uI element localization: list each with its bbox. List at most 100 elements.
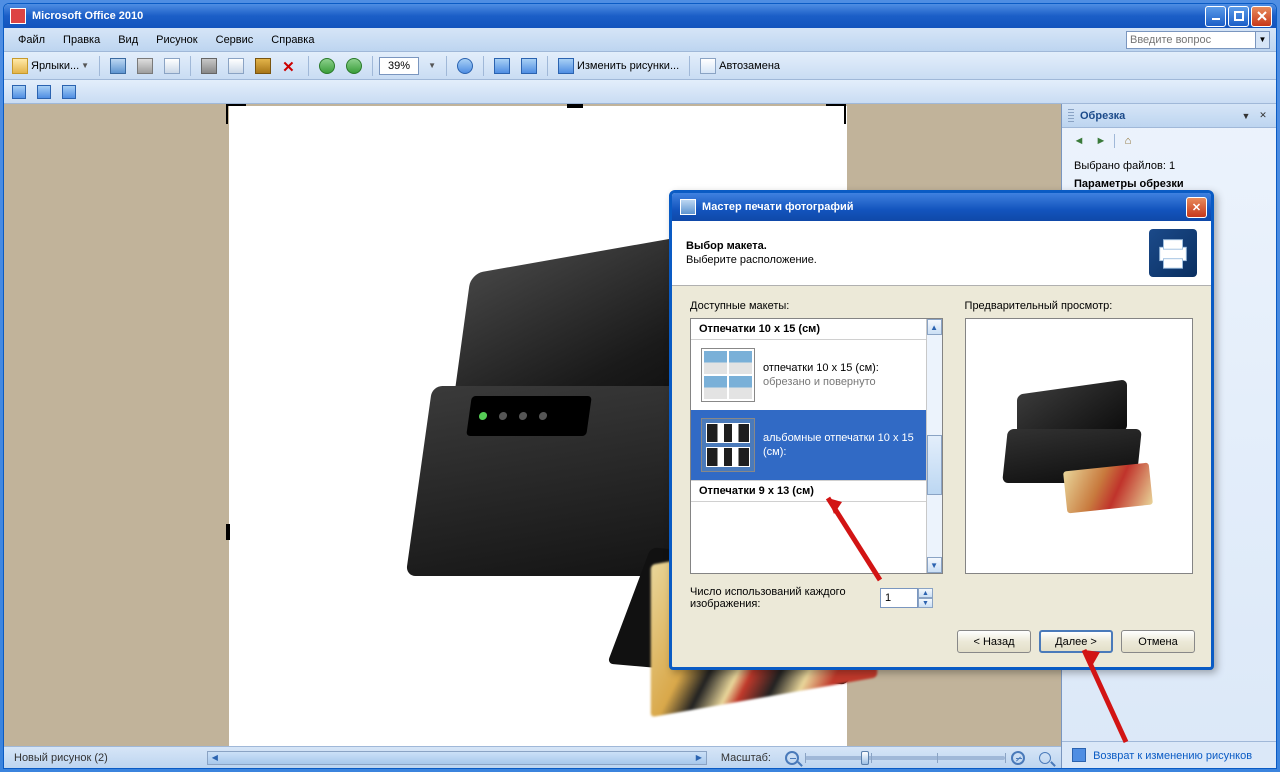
copy-button[interactable] [224,55,248,77]
taskpane-close-button[interactable]: ✕ [1256,109,1270,123]
crop-params-heading: Параметры обрезки [1074,178,1264,190]
rotate-right-icon [521,58,537,74]
copy-icon [228,58,244,74]
window-title: Microsoft Office 2010 [32,10,1205,22]
layouts-scrollbar[interactable]: ▲ ▼ [926,319,942,573]
folder-icon [12,58,28,74]
scroll-down-button[interactable]: ▼ [927,557,942,573]
layout-thumb-landscape-icon [701,418,755,472]
zoom-slider-group [785,751,1025,765]
help-button[interactable] [453,55,477,77]
titlebar: Microsoft Office 2010 [4,4,1276,28]
back-button[interactable]: < Назад [957,630,1031,653]
help-search-input[interactable] [1126,31,1256,49]
shortcuts-button[interactable]: Ярлыки...▼ [8,55,93,77]
save-button[interactable] [106,55,130,77]
dialog-title: Мастер печати фотографий [702,201,1186,213]
single-view-button[interactable] [58,82,80,102]
dialog-footer: < Назад Далее > Отмена [672,620,1211,667]
zoom-input[interactable] [379,57,419,75]
taskpane-menu-button[interactable]: ▼ [1239,109,1253,123]
layouts-listbox: Отпечатки 10 x 15 (см) отпечатки 10 x 15… [690,318,943,574]
taskpane-home-button[interactable]: ⌂ [1119,132,1137,150]
zoom-fit-icon[interactable] [1039,752,1051,764]
filmstrip-view-button[interactable] [33,82,55,102]
usage-input[interactable] [880,588,918,608]
taskpane-back-button[interactable]: ◄ [1070,132,1088,150]
scroll-right-button[interactable]: ▶ [692,752,706,764]
help-search-dropdown[interactable]: ▼ [1256,31,1270,49]
filmstrip-view-icon [37,85,51,99]
help-icon [457,58,473,74]
layout-item-landscape[interactable]: альбомные отпечатки 10 x 15 (см): [691,410,926,480]
scroll-up-button[interactable]: ▲ [927,319,942,335]
files-selected-label: Выбрано файлов: 1 [1074,160,1264,172]
crop-handle-tl[interactable] [226,104,246,124]
taskpane-forward-button[interactable]: ► [1092,132,1110,150]
rotate-left-icon [494,58,510,74]
autocorrect-button[interactable]: Автозамена [696,55,784,77]
return-icon [1072,748,1086,762]
crop-handle-lm[interactable] [226,524,230,540]
print-wizard-dialog: Мастер печати фотографий ✕ Выбор макета.… [669,190,1214,670]
redo-button[interactable] [342,55,366,77]
taskpane-grip-icon[interactable] [1068,109,1074,123]
usage-down-button[interactable]: ▼ [918,598,933,608]
autocorrect-icon [700,58,716,74]
zoom-dropdown[interactable]: ▼ [422,55,440,77]
menubar: Файл Правка Вид Рисунок Сервис Справка ▼ [4,28,1276,52]
dialog-titlebar[interactable]: Мастер печати фотографий ✕ [672,193,1211,221]
maximize-button[interactable] [1228,6,1249,27]
edit-pictures-button[interactable]: Изменить рисунки... [554,55,683,77]
dialog-close-button[interactable]: ✕ [1186,197,1207,218]
taskpane-nav: ◄ ► ⌂ [1062,128,1276,154]
delete-button[interactable]: ✕ [278,55,302,77]
preview-image [999,381,1159,511]
layout-group-1: Отпечатки 10 x 15 (см) [691,319,926,340]
cut-icon [201,58,217,74]
usage-spinner: ▲ ▼ [880,588,933,608]
menu-file[interactable]: Файл [10,32,53,48]
thumbnail-view-button[interactable] [8,82,30,102]
statusbar: Новый рисунок (2) ◀ ▶ Масштаб: [4,746,1061,768]
crop-handle-tr[interactable] [826,104,846,124]
view-toolbar [4,80,1276,104]
print-icon [137,58,153,74]
redo-icon [346,58,362,74]
layout-thumb-portrait-icon [701,348,755,402]
minimize-button[interactable] [1205,6,1226,27]
zoom-slider-thumb[interactable] [861,751,869,765]
mail-icon [164,58,180,74]
zoom-out-icon[interactable] [785,751,799,765]
cut-button[interactable] [197,55,221,77]
scrollbar-thumb[interactable] [927,435,942,495]
taskpane-footer: Возврат к изменению рисунков [1062,741,1276,768]
dialog-body: Доступные макеты: Отпечатки 10 x 15 (см)… [672,286,1211,620]
horizontal-scrollbar[interactable]: ◀ ▶ [207,751,707,765]
zoom-slider[interactable] [805,756,1005,760]
app-icon [10,8,26,24]
return-link[interactable]: Возврат к изменению рисунков [1093,750,1252,762]
undo-button[interactable] [315,55,339,77]
next-button[interactable]: Далее > [1039,630,1113,653]
taskpane-titlebar[interactable]: Обрезка ▼ ✕ [1062,104,1276,128]
cancel-button[interactable]: Отмена [1121,630,1195,653]
zoom-in-icon[interactable] [1011,751,1025,765]
rotate-left-button[interactable] [490,55,514,77]
close-button[interactable] [1251,6,1272,27]
layouts-label: Доступные макеты: [690,300,943,312]
menu-tools[interactable]: Сервис [208,32,262,48]
menu-edit[interactable]: Правка [55,32,108,48]
menu-picture[interactable]: Рисунок [148,32,206,48]
wizard-printer-icon [1149,229,1197,277]
scroll-left-button[interactable]: ◀ [208,752,222,764]
crop-handle-tm[interactable] [567,104,583,108]
menu-help[interactable]: Справка [263,32,322,48]
print-button[interactable] [133,55,157,77]
rotate-right-button[interactable] [517,55,541,77]
paste-button[interactable] [251,55,275,77]
mail-button[interactable] [160,55,184,77]
usage-up-button[interactable]: ▲ [918,588,933,598]
layout-item-portrait[interactable]: отпечатки 10 x 15 (см): обрезано и повер… [691,340,926,410]
menu-view[interactable]: Вид [110,32,146,48]
